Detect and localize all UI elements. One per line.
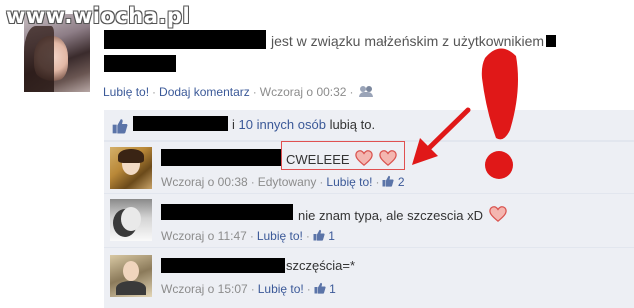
likes-text-post: lubią to. [325,117,376,132]
comment-body: szczęścia=* [286,258,355,273]
commenter-avatar[interactable] [110,255,152,297]
redacted-commenter-name [161,149,281,166]
like-count-value: 1 [329,282,336,296]
likes-text: i 10 innych osób lubią to. [232,117,375,132]
redacted-author-name [104,30,266,49]
redacted-liker-name [133,116,228,131]
comment-item [104,247,634,308]
commenter-avatar[interactable] [110,199,152,241]
redacted-commenter-name [161,258,285,273]
comment-meta: Wczoraj o 15:07 · Lubię to! · 1 [161,282,336,296]
thumbs-up-icon [314,282,326,294]
comment-timestamp[interactable]: Wczoraj o 15:07 [161,282,248,296]
edited-label[interactable]: Edytowany [258,175,317,189]
relationship-status: jest w związku małżeńskim z użytkownikie… [271,33,557,49]
comment-timestamp[interactable]: Wczoraj o 00:38 [161,175,248,189]
comment-text: szczęścia=* [286,258,355,273]
heart-icon [488,206,507,223]
like-count-value: 2 [397,175,405,189]
watermark-logo: www.wiocha.pl [6,4,191,28]
add-comment-link[interactable]: Dodaj komentarz [159,85,250,99]
redacted-partner-name [104,55,176,72]
thumbs-up-icon [313,229,325,241]
thumbs-up-icon [112,119,128,134]
thumbs-up-icon [382,175,395,187]
comment-like-link[interactable]: Lubię to! [258,282,304,296]
redacted-fragment [546,35,557,47]
post-timestamp[interactable]: Wczoraj o 00:32 [260,85,347,99]
others-liked-link[interactable]: 10 innych osób [239,117,326,132]
comment-like-count[interactable]: 1 [313,229,335,243]
status-text: jest w związku małżeńskim z użytkownikie… [271,33,545,49]
post-like-link[interactable]: Lubię to! [103,85,149,99]
comment-meta: Wczoraj o 00:38 · Edytowany · Lubię to! · 2 [161,175,405,189]
comment-timestamp[interactable]: Wczoraj o 11:47 [161,229,247,243]
redacted-commenter-name [161,204,293,220]
comment-like-count[interactable]: 2 [382,175,405,189]
comment-like-count[interactable]: 1 [314,282,336,296]
comment-meta: Wczoraj o 11:47 · Lubię to! · 1 [161,229,335,243]
post-actions: Lubię to! · Dodaj komentarz · Wczoraj o 00:3… [103,85,374,99]
highlight-box-annotation [281,141,405,170]
comment-text: nie znam typa, ale szczescia xD [298,205,507,223]
friends-icon [359,86,374,97]
like-count-value: 1 [328,229,335,243]
comment-like-link[interactable]: Lubię to! [326,175,372,189]
comment-body: nie znam typa, ale szczescia xD [298,208,483,223]
comment-like-link[interactable]: Lubię to! [257,229,303,243]
commenter-avatar[interactable] [110,147,152,189]
